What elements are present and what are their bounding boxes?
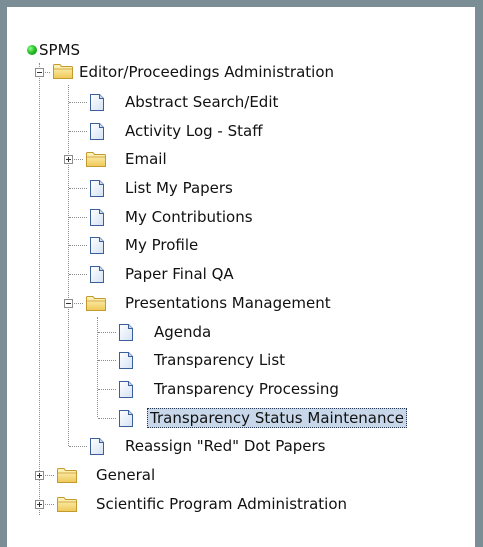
document-icon <box>90 94 104 111</box>
tree-item-scientific-program-administration[interactable]: Scientific Program Administration <box>93 492 350 516</box>
tree-item-label: Activity Log - Staff <box>125 122 263 140</box>
tree-item-general[interactable]: General <box>93 463 158 487</box>
document-icon <box>119 324 133 341</box>
tree-item-abstract-search[interactable]: Abstract Search/Edit <box>122 90 281 114</box>
tree-item-list-my-papers[interactable]: List My Papers <box>122 176 236 200</box>
tree-item-transparency-status-maintenance[interactable]: Transparency Status Maintenance <box>147 406 407 430</box>
tree-item-agenda[interactable]: Agenda <box>151 320 214 344</box>
tree-root-spms[interactable]: SPMS <box>38 38 83 62</box>
document-icon <box>119 410 133 427</box>
tree-connector <box>69 131 87 132</box>
document-icon <box>119 352 133 369</box>
tree-item-transparency-processing[interactable]: Transparency Processing <box>151 377 342 401</box>
tree-item-label: SPMS <box>39 41 81 59</box>
document-icon <box>90 209 104 226</box>
tree-connector <box>69 245 87 246</box>
document-icon <box>90 266 104 283</box>
navigation-tree: SPMS Editor/Proceedings Administration A… <box>7 7 475 547</box>
tree-connector <box>69 217 87 218</box>
tree-item-paper-final-qa[interactable]: Paper Final QA <box>122 262 237 286</box>
tree-connector <box>98 389 116 390</box>
document-icon <box>90 237 104 254</box>
tree-item-label: Editor/Proceedings Administration <box>79 63 335 81</box>
tree-item-label: Abstract Search/Edit <box>125 93 279 111</box>
tree-item-label: Scientific Program Administration <box>96 495 348 513</box>
expand-toggle-icon[interactable] <box>35 471 44 480</box>
tree-item-presentations-management[interactable]: Presentations Management <box>122 291 334 315</box>
tree-item-label: My Profile <box>125 236 199 254</box>
tree-item-reassign-red-dot-papers[interactable]: Reassign "Red" Dot Papers <box>122 434 329 458</box>
tree-item-label: General <box>96 466 156 484</box>
tree-connector <box>69 102 87 103</box>
expand-toggle-icon[interactable] <box>35 500 44 509</box>
folder-open-icon <box>86 296 106 311</box>
tree-item-email[interactable]: Email <box>122 147 170 171</box>
collapse-toggle-icon[interactable] <box>64 299 73 308</box>
tree-connector <box>98 360 116 361</box>
tree-connector <box>39 63 40 515</box>
tree-item-label: Reassign "Red" Dot Papers <box>125 437 326 455</box>
tree-item-my-contributions[interactable]: My Contributions <box>122 205 256 229</box>
expand-toggle-icon[interactable] <box>64 155 73 164</box>
tree-connector <box>69 446 87 447</box>
folder-icon <box>57 468 77 483</box>
folder-icon <box>86 152 106 167</box>
tree-item-label: Paper Final QA <box>125 265 234 283</box>
tree-item-editor-proceedings[interactable]: Editor/Proceedings Administration <box>76 60 337 84</box>
tree-item-label: Email <box>125 150 167 168</box>
tree-connector <box>68 85 69 446</box>
tree-item-label: Presentations Management <box>125 294 331 312</box>
tree-item-label: My Contributions <box>125 208 253 226</box>
tree-panel: SPMS Editor/Proceedings Administration A… <box>0 0 483 547</box>
document-icon <box>90 438 104 455</box>
tree-connector <box>69 274 87 275</box>
tree-item-label: List My Papers <box>125 179 233 197</box>
document-icon <box>90 180 104 197</box>
tree-connector <box>69 188 87 189</box>
tree-connector <box>98 418 116 419</box>
tree-item-label: Agenda <box>154 323 212 341</box>
folder-open-icon <box>53 64 73 79</box>
green-dot-icon <box>27 45 37 55</box>
collapse-toggle-icon[interactable] <box>35 68 44 77</box>
folder-icon <box>57 497 77 512</box>
tree-item-label-selected: Transparency Status Maintenance <box>147 408 407 428</box>
tree-item-transparency-list[interactable]: Transparency List <box>151 348 288 372</box>
document-icon <box>90 123 104 140</box>
document-icon <box>119 381 133 398</box>
tree-item-activity-log[interactable]: Activity Log - Staff <box>122 119 266 143</box>
tree-item-my-profile[interactable]: My Profile <box>122 233 201 257</box>
tree-item-label: Transparency List <box>154 351 286 369</box>
tree-connector <box>98 332 116 333</box>
tree-item-label: Transparency Processing <box>154 380 339 398</box>
